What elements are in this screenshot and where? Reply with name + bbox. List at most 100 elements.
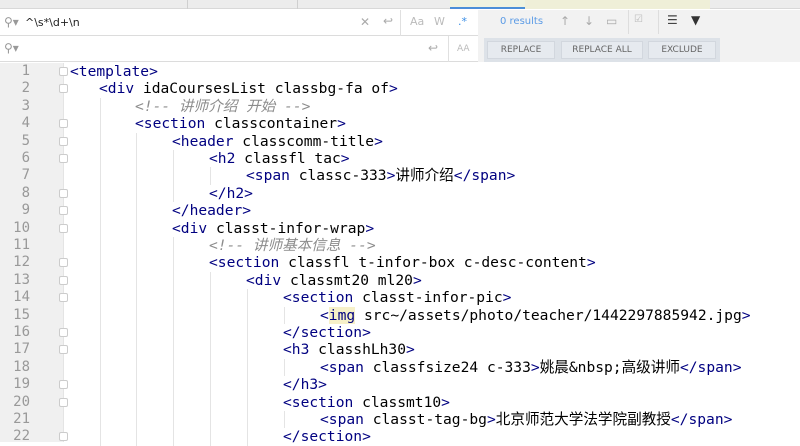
indent-guide (100, 428, 101, 446)
indent-guide (136, 341, 137, 359)
divider (658, 10, 659, 34)
code-line[interactable]: 12 <section classfl t-infor-box c-desc-co… (0, 254, 800, 271)
code-line[interactable]: 8 </h2> (0, 185, 800, 202)
in-selection-icon[interactable]: ☑ (634, 14, 643, 25)
code-text: <section classfl t-infor-box c-desc-cont… (209, 254, 596, 272)
indent-guide (100, 219, 101, 237)
fold-marker-icon[interactable] (59, 397, 68, 407)
code-line[interactable]: 1 <template> (0, 63, 800, 80)
line-number: 7 (21, 167, 30, 184)
fold-marker-icon[interactable] (59, 432, 68, 442)
fold-marker-icon[interactable] (59, 188, 68, 198)
code-line[interactable]: 14 <section classt-infor-pic> (0, 289, 800, 306)
fold-marker-icon[interactable] (59, 293, 68, 303)
clear-icon[interactable]: ✕ (360, 15, 370, 29)
fold-marker-icon[interactable] (59, 206, 68, 216)
code-line[interactable]: 6 <h2 classfl tac> (0, 150, 800, 167)
fold-marker-icon[interactable] (59, 223, 68, 233)
code-line[interactable]: 16 </section> (0, 324, 800, 341)
indent-guide (284, 358, 285, 377)
fold-marker-icon[interactable] (59, 119, 68, 129)
indent-guide (210, 411, 211, 429)
code-line[interactable]: 3 <!-- 讲师介绍 开始 --> (0, 98, 800, 115)
code-line[interactable]: 18 <span classfsize24 c-333>姚晨&nbsp;高级讲师<… (0, 359, 800, 376)
fold-marker-icon[interactable] (59, 275, 68, 285)
indent-guide (247, 341, 248, 359)
newline-icon[interactable]: ↩ (428, 41, 438, 55)
code-text: <template> (70, 63, 158, 80)
indent-guide (173, 428, 174, 446)
fold-marker-icon[interactable] (59, 328, 68, 337)
indent-guide (136, 132, 137, 150)
fold-marker-icon[interactable] (59, 67, 68, 76)
fold-marker-icon[interactable] (59, 84, 68, 94)
match-case-toggle[interactable]: Aa (410, 15, 424, 28)
indent-guide (247, 376, 248, 394)
indent-guide (136, 150, 137, 168)
indent-guide (100, 376, 101, 394)
regex-toggle[interactable]: .* (458, 15, 467, 28)
indent-guide (100, 150, 101, 168)
line-number: 19 (13, 376, 30, 393)
preserve-case-icon[interactable]: AA (457, 44, 470, 54)
line-number: 22 (13, 428, 30, 445)
indent-guide (100, 254, 101, 272)
search-icon[interactable]: ⚲▾ (4, 15, 19, 29)
search-icon[interactable]: ⚲▾ (4, 41, 19, 55)
indent-guide (284, 306, 285, 324)
code-line[interactable]: 2 <div idaCoursesList classbg-fa of> (0, 80, 800, 97)
code-line[interactable]: 11 <!-- 讲师基本信息 --> (0, 237, 800, 254)
code-line[interactable]: 15 <img src~/assets/photo/teacher/1442297… (0, 306, 800, 324)
code-line[interactable]: 22 </section> (0, 428, 800, 445)
code-line[interactable]: 9 </header> (0, 202, 800, 219)
code-text: </header> (172, 202, 252, 220)
indent-guide (100, 132, 101, 150)
tab-active[interactable] (450, 0, 525, 9)
replace-button[interactable]: REPLACE (487, 41, 555, 59)
fold-marker-icon[interactable] (59, 258, 68, 268)
fold-marker-icon[interactable] (59, 136, 68, 146)
indent-guide (136, 237, 137, 255)
code-text: <!-- 讲师介绍 开始 --> (135, 97, 311, 115)
indent-guide (173, 167, 174, 185)
indent-guide (173, 184, 174, 203)
fold-marker-icon[interactable] (59, 154, 68, 163)
code-line[interactable]: 20 <section classmt10> (0, 394, 800, 411)
exclude-button[interactable]: EXCLUDE (648, 41, 716, 59)
code-line[interactable]: 17 <h3 classhLh30> (0, 341, 800, 358)
indent-guide (136, 271, 137, 290)
fold-marker-icon[interactable] (59, 345, 68, 355)
code-text: <span classt-tag-bg>北京师范大学法学院副教授</span> (320, 411, 733, 428)
code-line[interactable]: 10 <div classt-infor-wrap> (0, 220, 800, 237)
code-line[interactable]: 19 </h3> (0, 376, 800, 393)
results-count: 0 results (500, 16, 544, 27)
line-number: 21 (13, 411, 30, 427)
indent-guide (210, 341, 211, 359)
fold-marker-icon[interactable] (59, 380, 68, 390)
indent-guide (100, 202, 101, 220)
line-number: 11 (13, 237, 30, 253)
prev-icon[interactable]: ↑ (560, 14, 570, 28)
code-line[interactable]: 21 <span classt-tag-bg>北京师范大学法学院副教授</span… (0, 411, 800, 428)
code-text: </h2> (209, 184, 253, 202)
next-icon[interactable]: ↓ (584, 14, 594, 28)
indent-guide (100, 358, 101, 377)
multiline-icon[interactable]: ☰ (667, 13, 678, 27)
filter-icon[interactable]: ▼ (691, 13, 700, 27)
code-line[interactable]: 13 <div classmt20 ml20> (0, 272, 800, 289)
code-editor[interactable]: 1 <template> 2 <div idaCoursesList classbg-… (0, 63, 800, 446)
select-all-icon[interactable]: ▭ (606, 14, 617, 28)
code-line[interactable]: 4 <section classcontainer> (0, 115, 800, 132)
code-line[interactable]: 7 <span classc-333>讲师介绍</span> (0, 167, 800, 184)
divider (400, 10, 401, 36)
tab[interactable] (525, 0, 710, 9)
indent-guide (173, 411, 174, 429)
words-toggle[interactable]: W (434, 15, 445, 28)
find-input[interactable]: ^\s*\d+\n (25, 16, 80, 29)
indent-guide (173, 254, 174, 272)
line-number: 18 (13, 358, 30, 375)
code-line[interactable]: 5 <header classcomm-title> (0, 133, 800, 150)
indent-guide (100, 184, 101, 203)
replace-all-button[interactable]: REPLACE ALL (561, 41, 643, 59)
newline-icon[interactable]: ↩ (383, 14, 393, 28)
